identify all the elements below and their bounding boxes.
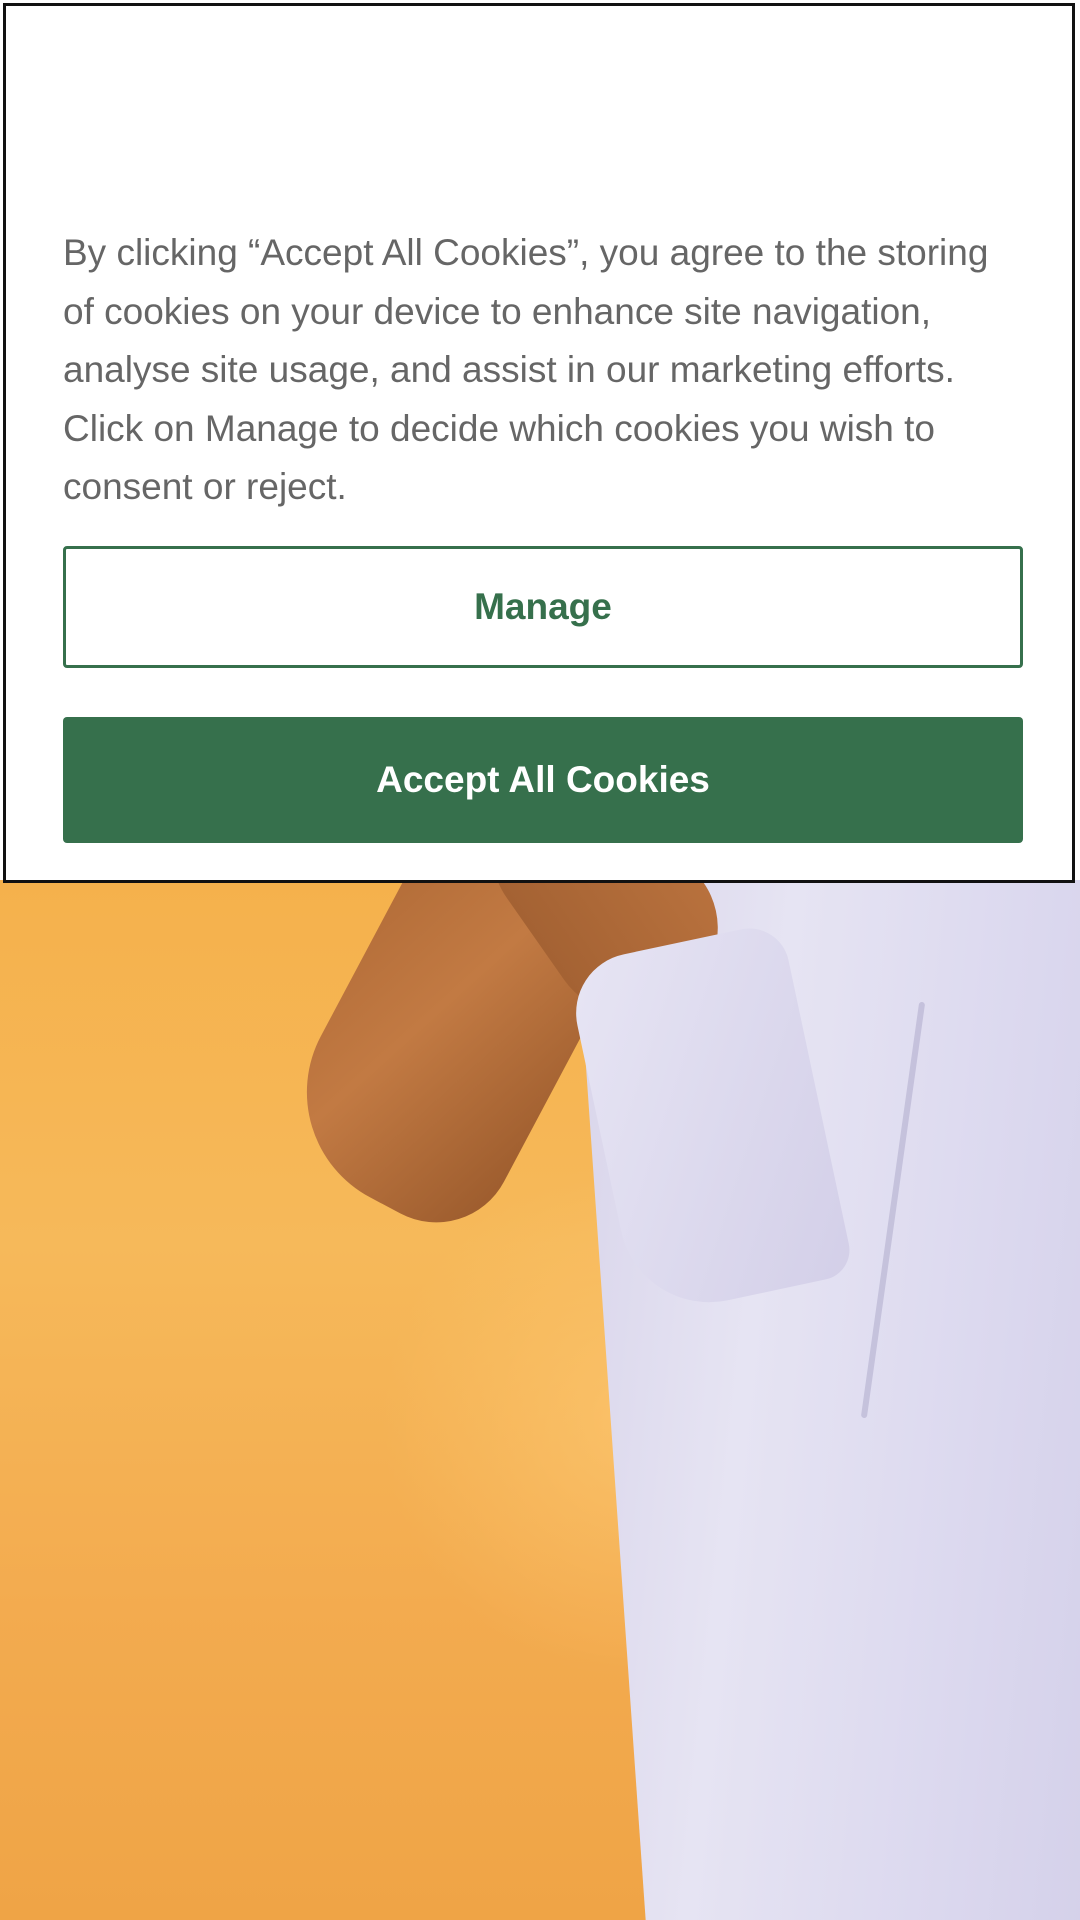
cookie-consent-banner: By clicking “Accept All Cookies”, you ag… [3,3,1075,883]
cookie-consent-message: By clicking “Accept All Cookies”, you ag… [63,232,989,507]
page: By clicking “Accept All Cookies”, you ag… [0,0,1080,1920]
manage-cookies-button[interactable]: Manage [63,546,1023,668]
hero-image [0,880,1080,1920]
accept-all-cookies-button[interactable]: Accept All Cookies [63,717,1023,843]
